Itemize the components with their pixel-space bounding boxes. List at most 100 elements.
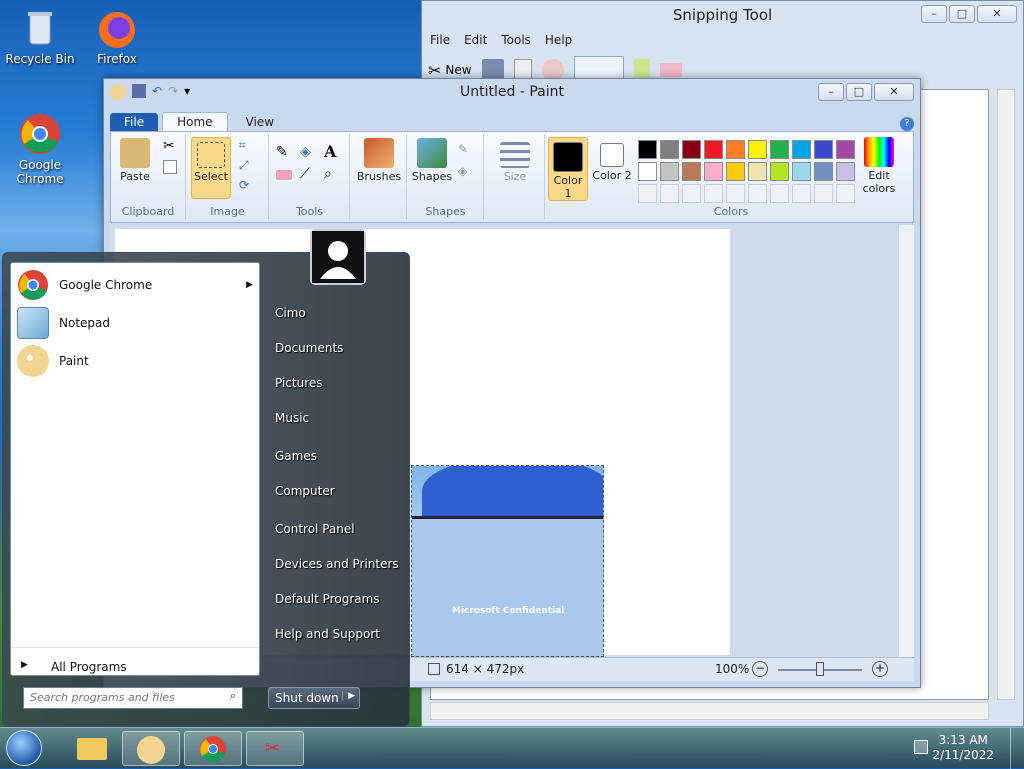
start-item-computer[interactable]: Computer xyxy=(275,484,335,498)
color-swatch[interactable] xyxy=(726,162,745,181)
start-button[interactable] xyxy=(6,730,42,766)
tab-view[interactable]: View xyxy=(232,113,288,131)
start-item-documents[interactable]: Documents xyxy=(275,341,343,355)
shutdown-options-icon[interactable]: ▶ xyxy=(342,691,355,701)
maximize-button[interactable]: □ xyxy=(949,5,975,23)
submenu-arrow-icon[interactable]: ▶ xyxy=(246,280,253,290)
undo-icon[interactable]: ↶ xyxy=(152,84,162,100)
color-swatch[interactable] xyxy=(704,184,723,203)
color2-button[interactable]: Color 2 xyxy=(592,137,632,182)
select-button[interactable]: Select xyxy=(191,137,231,199)
selected-image[interactable]: Microsoft Confidential xyxy=(411,465,604,657)
zoom-out-button[interactable]: − xyxy=(752,661,768,677)
color-swatch[interactable] xyxy=(836,184,855,203)
shapes-button[interactable]: Shapes xyxy=(410,138,454,183)
eraser-icon[interactable] xyxy=(276,170,292,180)
maximize-button[interactable]: □ xyxy=(846,83,872,101)
color-swatch[interactable] xyxy=(836,140,855,159)
color-swatch[interactable] xyxy=(748,184,767,203)
color-swatch[interactable] xyxy=(792,162,811,181)
program-notepad[interactable]: Notepad xyxy=(17,307,110,339)
size-button[interactable]: Size xyxy=(493,142,537,183)
horizontal-scrollbar[interactable] xyxy=(430,702,989,720)
color-swatch[interactable] xyxy=(748,140,767,159)
help-icon[interactable]: ? xyxy=(900,117,914,131)
menu-file[interactable]: File xyxy=(430,33,450,47)
shutdown-button[interactable]: Shut down ▶ xyxy=(268,687,360,709)
color-swatch[interactable] xyxy=(792,140,811,159)
desktop-icon-firefox[interactable]: Firefox xyxy=(77,6,157,66)
start-item-control-panel[interactable]: Control Panel xyxy=(275,522,355,536)
menu-help[interactable]: Help xyxy=(545,33,572,47)
color-swatch[interactable] xyxy=(814,140,833,159)
start-item-games[interactable]: Games xyxy=(275,449,317,463)
taskbar-snipping-tool[interactable]: ✂ xyxy=(246,731,304,766)
color-swatch[interactable] xyxy=(638,140,657,159)
minimize-button[interactable]: – xyxy=(818,83,844,101)
color-swatch[interactable] xyxy=(770,184,789,203)
paste-button[interactable]: Paste xyxy=(115,138,155,183)
color-swatch[interactable] xyxy=(660,140,679,159)
start-item-user[interactable]: Cimo xyxy=(275,306,306,320)
show-desktop-button[interactable] xyxy=(1010,728,1024,769)
color-swatch[interactable] xyxy=(770,140,789,159)
color-swatch[interactable] xyxy=(726,140,745,159)
desktop-icon-google-chrome[interactable]: Google Chrome xyxy=(0,112,80,186)
menu-tools[interactable]: Tools xyxy=(501,33,531,47)
outline-icon[interactable]: ✎ xyxy=(458,142,468,156)
fill-shape-icon[interactable]: ◈ xyxy=(458,164,467,178)
copy-icon[interactable] xyxy=(163,160,177,174)
resize-icon[interactable]: ⤢ xyxy=(239,158,249,173)
color-swatch[interactable] xyxy=(638,162,657,181)
magnifier-icon[interactable]: ⌕ xyxy=(324,166,332,182)
color-swatch[interactable] xyxy=(682,184,701,203)
close-button[interactable]: ✕ xyxy=(977,5,1017,23)
program-paint[interactable]: Paint xyxy=(17,345,89,377)
color-swatch[interactable] xyxy=(704,140,723,159)
color-swatch[interactable] xyxy=(814,162,833,181)
user-avatar[interactable] xyxy=(310,229,366,285)
color-swatch[interactable] xyxy=(748,162,767,181)
color1-button[interactable]: Color 1 xyxy=(548,137,588,201)
color-swatch[interactable] xyxy=(836,162,855,181)
color-swatch[interactable] xyxy=(704,162,723,181)
start-item-help-support[interactable]: Help and Support xyxy=(275,627,380,641)
vertical-scrollbar[interactable] xyxy=(997,89,1015,700)
fill-icon[interactable]: ◈ xyxy=(300,144,311,160)
text-icon[interactable]: A xyxy=(324,142,336,161)
color-swatch[interactable] xyxy=(660,162,679,181)
all-programs[interactable]: ▶ All Programs xyxy=(11,647,259,674)
taskbar-explorer[interactable] xyxy=(62,731,120,766)
start-item-devices-printers[interactable]: Devices and Printers xyxy=(275,557,399,571)
vertical-scrollbar[interactable] xyxy=(898,225,914,657)
new-snip-button[interactable]: ✂ New xyxy=(428,61,472,80)
crop-icon[interactable]: ⌗ xyxy=(239,138,246,153)
tab-file[interactable]: File xyxy=(110,113,159,131)
color-swatch[interactable] xyxy=(792,184,811,203)
program-google-chrome[interactable]: Google Chrome ▶ xyxy=(17,269,253,301)
pencil-icon[interactable]: ✎ xyxy=(276,144,288,160)
eraser-icon[interactable] xyxy=(659,63,682,77)
chevron-down-icon[interactable]: ▾ xyxy=(184,84,190,100)
search-input[interactable]: Search programs and files ⌕ xyxy=(23,687,243,709)
start-item-default-programs[interactable]: Default Programs xyxy=(275,592,380,606)
color-swatch[interactable] xyxy=(770,162,789,181)
network-icon[interactable] xyxy=(914,740,928,754)
rotate-icon[interactable]: ⟳ xyxy=(239,178,249,192)
desktop-icon-recycle-bin[interactable]: Recycle Bin xyxy=(0,6,80,66)
zoom-in-button[interactable]: + xyxy=(872,661,888,677)
search-icon[interactable]: ⌕ xyxy=(230,689,236,703)
color-swatch[interactable] xyxy=(814,184,833,203)
clock[interactable]: 3:13 AM 2/11/2022 xyxy=(932,733,994,763)
redo-icon[interactable]: ↷ xyxy=(168,84,178,100)
color-swatch[interactable] xyxy=(682,162,701,181)
brushes-button[interactable]: Brushes xyxy=(355,138,403,183)
color-swatch[interactable] xyxy=(682,140,701,159)
cut-icon[interactable]: ✂ xyxy=(163,138,175,154)
zoom-slider-thumb[interactable] xyxy=(816,662,824,676)
start-item-pictures[interactable]: Pictures xyxy=(275,376,323,390)
taskbar-chrome[interactable] xyxy=(184,731,242,766)
taskbar-paint[interactable] xyxy=(122,731,180,766)
color-picker-icon[interactable]: ⟋ xyxy=(300,166,310,182)
start-item-music[interactable]: Music xyxy=(275,411,309,425)
